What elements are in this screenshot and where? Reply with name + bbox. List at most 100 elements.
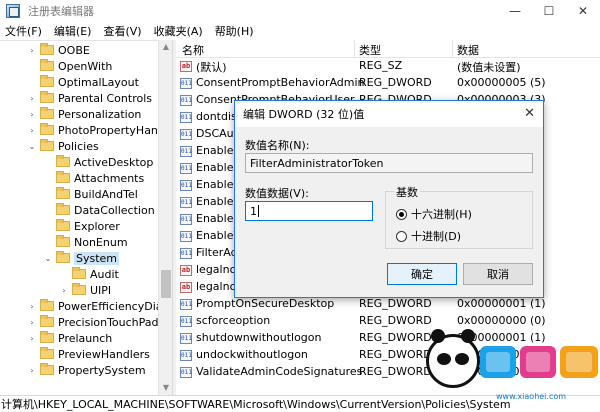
binary-value-icon: 011 xyxy=(180,146,192,157)
tree-item[interactable]: › PhotoPropertyHandler xyxy=(27,122,172,138)
value-name-field[interactable]: FilterAdministratorToken xyxy=(245,153,533,173)
column-name-header[interactable]: 名称 xyxy=(182,42,204,58)
value-name: shutdownwithoutlogon xyxy=(196,331,322,344)
panda-eye xyxy=(437,353,451,365)
tree-item-label: DataCollection xyxy=(74,203,155,217)
tree-expander-icon[interactable]: › xyxy=(27,94,37,103)
tree-expander-icon[interactable]: › xyxy=(27,318,37,327)
value-name-label: 数值名称(N): xyxy=(245,139,310,152)
panda-ear xyxy=(461,329,475,343)
value-data-label: 数值数据(V): xyxy=(245,187,309,200)
tree-scrollbar[interactable]: ▲ ▼ xyxy=(158,40,172,395)
minimize-button[interactable]: — xyxy=(498,0,532,22)
tree-expander-icon[interactable]: ⌄ xyxy=(27,142,37,151)
menu-view[interactable]: 查看(V) xyxy=(97,23,147,39)
binary-value-icon: 011 xyxy=(180,316,192,327)
dialog-close-icon[interactable]: ✕ xyxy=(524,106,535,121)
column-separator xyxy=(354,40,355,58)
tree-item[interactable]: › Personalization xyxy=(27,106,141,122)
binary-value-icon: 011 xyxy=(180,78,192,89)
tree-expander-icon[interactable]: › xyxy=(27,366,37,375)
radio-hex[interactable]: 十六进制(H) xyxy=(396,206,472,222)
folder-icon xyxy=(40,123,54,135)
tree-expander-icon[interactable]: ⌄ xyxy=(43,254,53,263)
tree-item[interactable]: NonEnum xyxy=(43,234,128,250)
binary-value-icon: 011 xyxy=(180,197,192,208)
dialog-title: 编辑 DWORD (32 位)值 xyxy=(243,108,365,121)
value-row[interactable]: 011 PromptOnSecureDesktop REG_DWORD 0x00000… xyxy=(176,296,600,313)
radio-dec[interactable]: 十进制(D) xyxy=(396,228,461,244)
tree-item-label: PhotoPropertyHandler xyxy=(58,123,172,137)
tree-item-label: OpenWith xyxy=(58,59,113,73)
tree-item[interactable]: › Prelaunch xyxy=(27,330,112,346)
tree-expander-icon[interactable]: › xyxy=(27,302,37,311)
column-type-header[interactable]: 类型 xyxy=(359,42,381,58)
cancel-button[interactable]: 取消 xyxy=(463,263,533,285)
tree-item[interactable]: Audit xyxy=(59,266,119,282)
folder-icon xyxy=(56,219,70,231)
value-data-text: 1 xyxy=(250,204,257,218)
tree-item[interactable]: Explorer xyxy=(43,218,120,234)
scroll-up-icon[interactable]: ▲ xyxy=(159,40,173,54)
binary-value-icon: 011 xyxy=(180,367,192,378)
value-row[interactable]: 011 scforceoption REG_DWORD 0x00000000 (0) xyxy=(176,313,600,330)
tree-item[interactable]: OpenWith xyxy=(27,58,112,74)
menu-file[interactable]: 文件(F) xyxy=(0,23,48,39)
tree-item[interactable]: › PropertySystem xyxy=(27,362,146,378)
tree-expander-icon[interactable]: › xyxy=(59,286,69,295)
folder-icon xyxy=(40,59,54,71)
tree-expander-icon[interactable]: › xyxy=(27,126,37,135)
tree-item[interactable]: PreviewHandlers xyxy=(27,346,150,362)
scroll-thumb[interactable] xyxy=(161,270,171,298)
edit-dword-dialog: 编辑 DWORD (32 位)值 ✕ 数值名称(N): FilterAdmini… xyxy=(234,100,544,298)
tree-expander-icon[interactable]: › xyxy=(27,334,37,343)
tree-item[interactable]: › PowerEfficiencyDiag xyxy=(27,298,170,314)
value-name: ConsentPromptBehaviorAdmin xyxy=(196,76,365,89)
folder-icon xyxy=(56,251,70,263)
tree-item[interactable]: ⌄ System xyxy=(43,250,120,266)
value-name: scforceoption xyxy=(196,314,271,327)
tree-item[interactable]: ActiveDesktop xyxy=(43,154,153,170)
tree-item[interactable]: OptimalLayout xyxy=(27,74,139,90)
tree-item[interactable]: › Parental Controls xyxy=(27,90,152,106)
scroll-down-icon[interactable]: ▼ xyxy=(159,381,173,395)
tree-item[interactable]: › PrecisionTouchPad xyxy=(27,314,159,330)
column-data-header[interactable]: 数据 xyxy=(457,42,479,58)
tree-item-label: BuildAndTel xyxy=(74,187,138,201)
radio-dec-indicator[interactable] xyxy=(396,230,407,242)
tree-item-label: ActiveDesktop xyxy=(74,155,154,169)
tree-item[interactable]: BuildAndTel xyxy=(43,186,138,202)
folder-icon xyxy=(56,155,70,167)
dialog-title-bar: 编辑 DWORD (32 位)值 ✕ xyxy=(235,101,543,127)
text-caret xyxy=(258,205,259,217)
tree-item-label: Parental Controls xyxy=(58,91,152,105)
tree-item-label: OptimalLayout xyxy=(58,75,139,89)
folder-icon xyxy=(40,91,54,103)
radio-hex-indicator[interactable] xyxy=(396,208,407,220)
value-row[interactable]: ab (默认) REG_SZ (数值未设置) xyxy=(176,58,600,75)
value-name: (默认) xyxy=(196,61,227,74)
value-data-input[interactable]: 1 xyxy=(245,201,373,221)
binary-value-icon: 011 xyxy=(180,180,192,191)
close-button[interactable]: ✕ xyxy=(566,0,600,22)
tree-item-label: PrecisionTouchPad xyxy=(58,315,159,329)
tree-item[interactable]: DataCollection xyxy=(43,202,155,218)
tree-item[interactable]: ⌄ Policies xyxy=(27,138,99,154)
menu-edit[interactable]: 编辑(E) xyxy=(48,23,98,39)
tree-expander-icon[interactable]: › xyxy=(27,46,37,55)
value-row[interactable]: 011 ConsentPromptBehaviorAdmin REG_DWORD 0x… xyxy=(176,75,600,92)
folder-icon xyxy=(40,43,54,55)
menu-favorites[interactable]: 收藏夹(A) xyxy=(148,23,209,39)
value-data: 0x00000005 (5) xyxy=(457,76,546,89)
value-name: PromptOnSecureDesktop xyxy=(196,297,335,310)
value-data: 0x00000001 (1) xyxy=(457,297,546,310)
tree-expander-icon[interactable]: › xyxy=(27,110,37,119)
tree-item-label: Audit xyxy=(90,267,119,281)
tree-item[interactable]: › OOBE xyxy=(27,42,90,58)
tree-item[interactable]: › UIPI xyxy=(59,282,111,298)
ok-button[interactable]: 确定 xyxy=(387,263,457,285)
tree-item[interactable]: Attachments xyxy=(43,170,144,186)
menu-help[interactable]: 帮助(H) xyxy=(209,23,260,39)
maximize-button[interactable]: ☐ xyxy=(532,0,566,22)
string-value-icon: ab xyxy=(180,265,192,276)
